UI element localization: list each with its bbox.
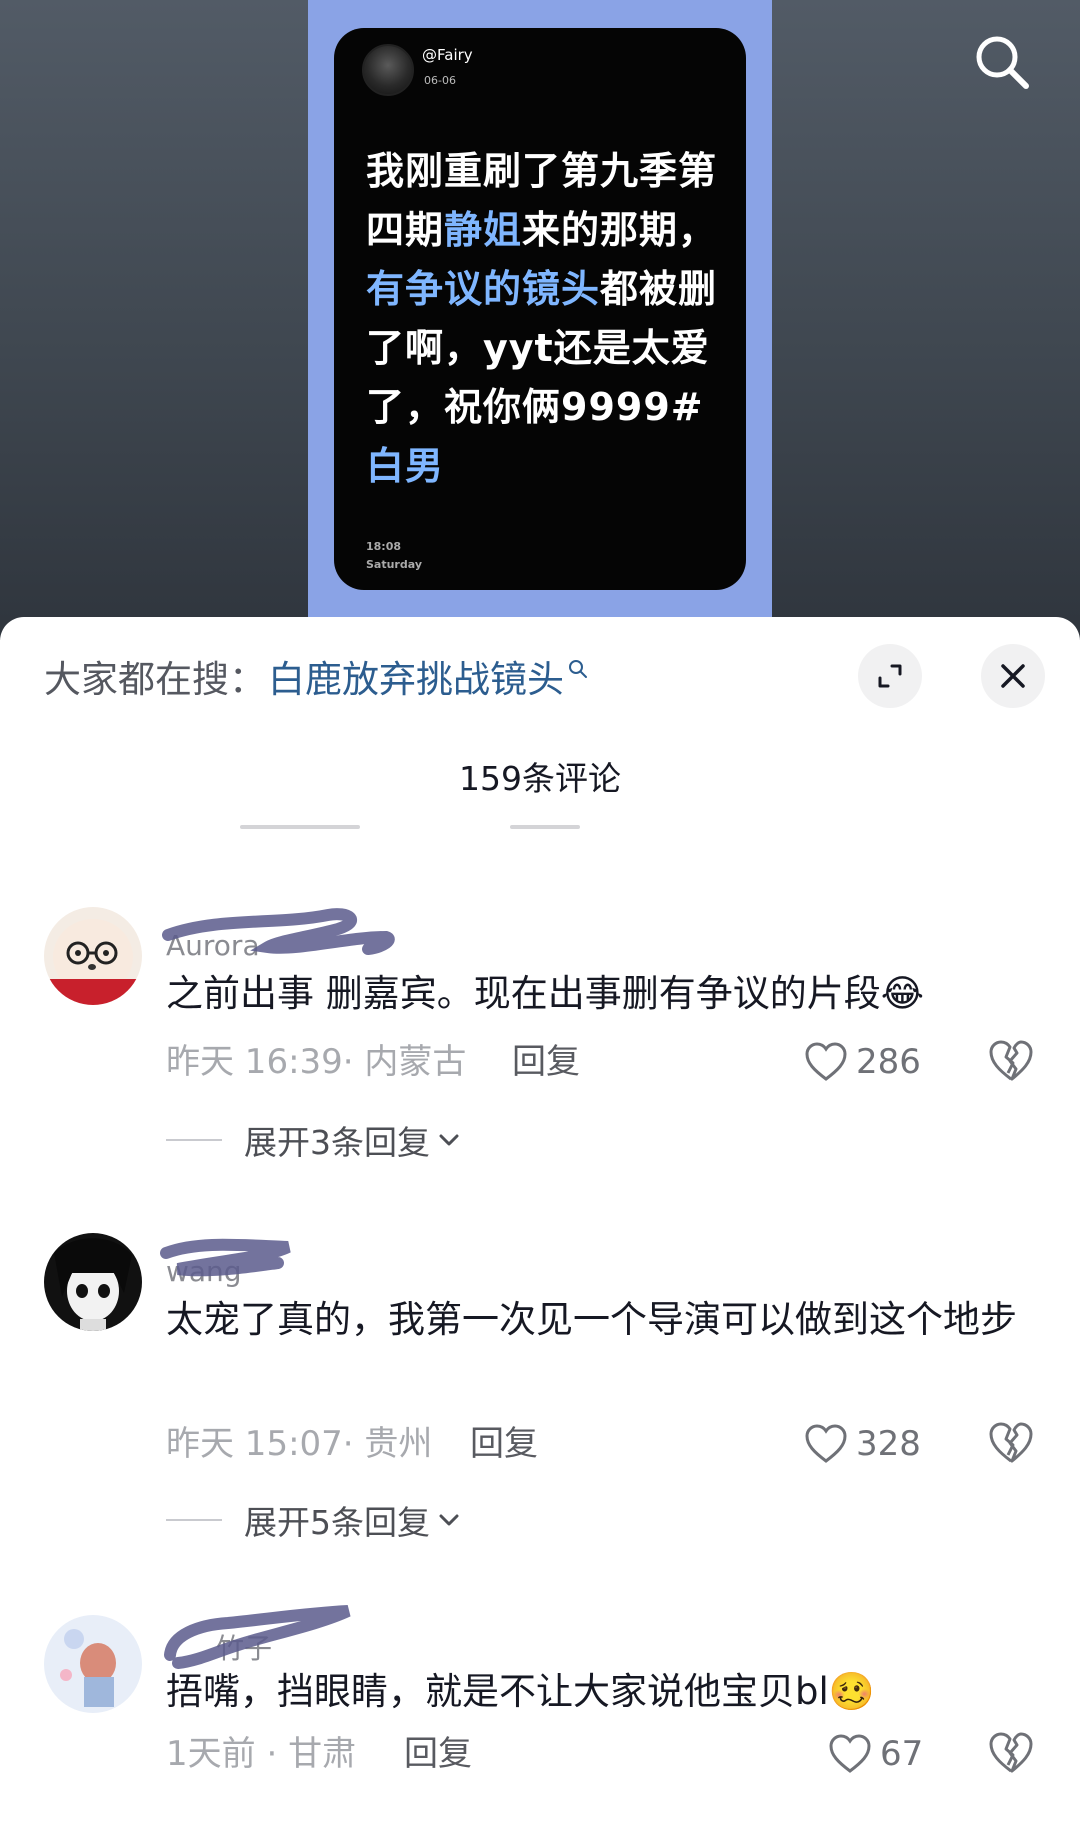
separator: ·	[255, 1734, 289, 1774]
comment-text: 之前出事 删嘉宾。现在出事删有争议的片段😂	[166, 972, 924, 1015]
chevron-down-icon	[439, 1134, 459, 1146]
post-text-highlight: 有争议的镜头	[366, 267, 601, 311]
divider	[240, 825, 360, 829]
post-text-highlight: 白男	[366, 444, 445, 488]
comment-text: 捂嘴，挡眼睛，就是不让大家说他宝贝bl🥴	[166, 1670, 875, 1713]
avatar[interactable]	[44, 907, 142, 1005]
reply-button[interactable]: 回复	[404, 1731, 472, 1777]
avatar[interactable]	[44, 1233, 142, 1331]
comment-text: 太宠了真的，我第一次见一个导演可以做到这个地步	[166, 1298, 1017, 1341]
expand-replies-label: 展开5条回复	[244, 1503, 430, 1542]
separator: ·	[342, 1042, 365, 1082]
divider	[166, 1519, 222, 1521]
post-text-highlight: 静姐	[444, 208, 523, 252]
trending-search-bar[interactable]: 大家都在搜： 白鹿放弃挑战镜头	[44, 651, 588, 701]
comment-location: 贵州	[364, 1424, 433, 1464]
avatar[interactable]	[44, 1615, 142, 1713]
comment-count: 159条评论	[459, 759, 621, 798]
post-weekday: Saturday	[366, 558, 422, 571]
comment-sheet: 大家都在搜： 白鹿放弃挑战镜头 159条评论 Aurora 之前出事 删嘉宾。现…	[0, 617, 1080, 1832]
redaction-scribble	[162, 908, 395, 955]
broken-heart-icon[interactable]	[988, 1039, 1034, 1085]
post-date: 06-06	[424, 74, 456, 87]
reply-button[interactable]: 回复	[512, 1039, 580, 1085]
comment-time: 昨天 16:39	[166, 1042, 343, 1082]
post-username: @Fairy	[422, 46, 473, 64]
search-icon	[568, 645, 588, 688]
comment-time: 1天前	[166, 1734, 256, 1774]
heart-icon	[829, 1734, 871, 1773]
reply-button[interactable]: 回复	[470, 1421, 538, 1467]
post-author-avatar	[362, 44, 414, 96]
like-count: 67	[880, 1734, 924, 1774]
like-button[interactable]: 328	[804, 1421, 921, 1467]
expand-replies-button[interactable]: 展开3条回复	[166, 1117, 460, 1163]
redaction-scribble	[160, 1238, 291, 1277]
comment-item: wang 太宠了真的，我第一次见一个导演可以做到这个地步 昨天 15:07· 贵…	[0, 1233, 1080, 1553]
post-time: 18:08	[366, 540, 402, 553]
expand-replies-label: 展开3条回复	[244, 1123, 430, 1162]
video-background: @Fairy 06-06 我刚重刷了第九季第四期静姐来的那期，有争议的镜头都被删…	[0, 0, 1080, 640]
close-icon[interactable]	[981, 644, 1045, 708]
heart-icon	[805, 1424, 847, 1463]
like-count: 286	[856, 1042, 921, 1082]
search-icon[interactable]	[970, 30, 1034, 94]
comment-item: Aurora 之前出事 删嘉宾。现在出事删有争议的片段😂 昨天 16:39· 内…	[0, 907, 1080, 1207]
post-screenshot-card[interactable]: @Fairy 06-06 我刚重刷了第九季第四期静姐来的那期，有争议的镜头都被删…	[334, 28, 746, 590]
expand-replies-button[interactable]: 展开5条回复	[166, 1497, 460, 1543]
comment-time-location: 昨天 15:07· 贵州	[166, 1421, 432, 1467]
like-button[interactable]: 286	[804, 1039, 921, 1085]
post-text-segment: 来的那期，	[522, 208, 718, 252]
trending-search-keyword[interactable]: 白鹿放弃挑战镜头	[268, 649, 564, 703]
broken-heart-icon[interactable]	[988, 1731, 1034, 1777]
heart-icon	[805, 1042, 847, 1081]
chevron-down-icon	[439, 1514, 459, 1526]
like-button[interactable]: 67	[828, 1731, 923, 1777]
expand-icon[interactable]	[858, 644, 922, 708]
comment-item: 竹子 捂嘴，挡眼睛，就是不让大家说他宝贝bl🥴 1天前 · 甘肃 回复 67	[0, 1605, 1080, 1825]
trending-search-prefix: 大家都在搜：	[44, 658, 266, 701]
post-text: 我刚重刷了第九季第四期静姐来的那期，有争议的镜头都被删了啊，yyt还是太爱了，祝…	[366, 142, 726, 496]
comment-time-location: 昨天 16:39· 内蒙古	[166, 1039, 466, 1085]
comment-time-location: 1天前 · 甘肃	[166, 1731, 356, 1777]
divider	[166, 1139, 222, 1141]
comment-location: 内蒙古	[364, 1042, 467, 1082]
comment-time: 昨天 15:07	[166, 1424, 343, 1464]
comment-location: 甘肃	[288, 1734, 357, 1774]
divider	[510, 825, 580, 829]
broken-heart-icon[interactable]	[988, 1421, 1034, 1467]
separator: ·	[342, 1424, 365, 1464]
like-count: 328	[856, 1424, 921, 1464]
